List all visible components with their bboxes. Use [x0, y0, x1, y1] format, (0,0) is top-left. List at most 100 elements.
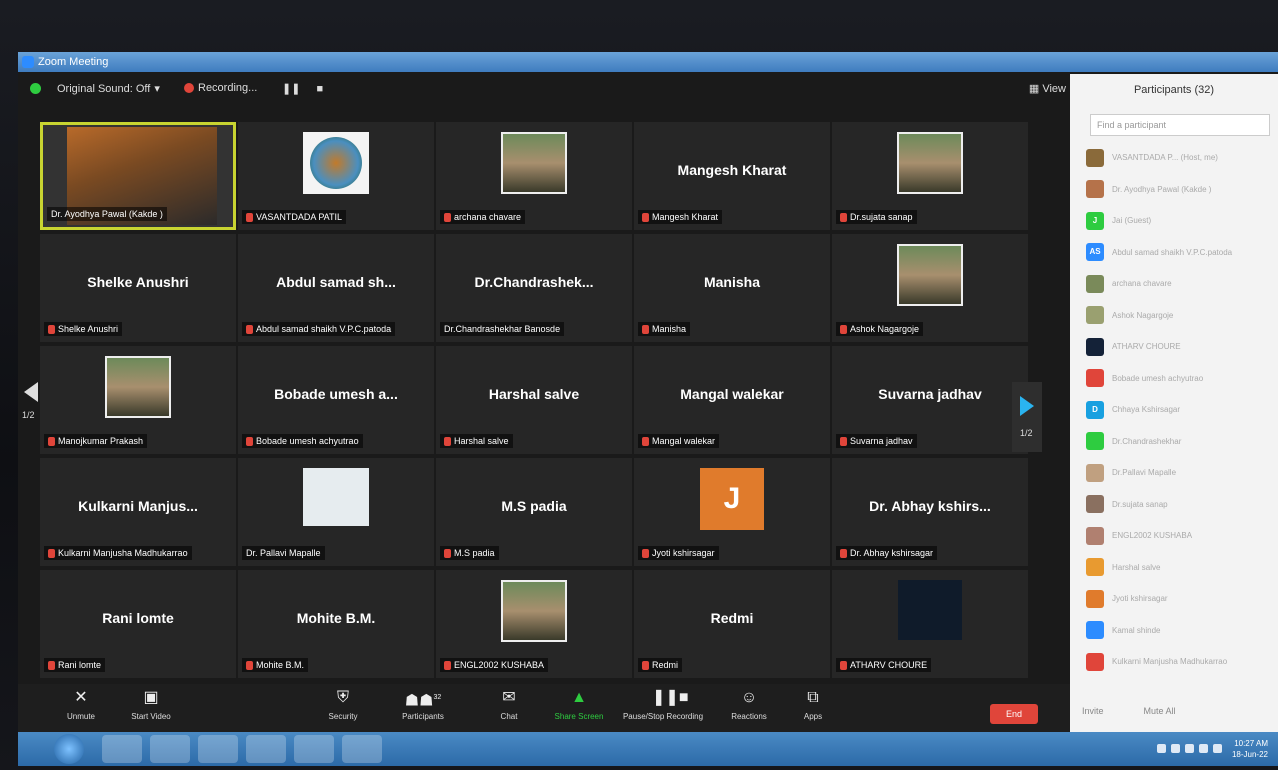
- participant-tile[interactable]: Harshal salve Harshal salve: [436, 346, 632, 454]
- grid-icon: ▦: [1028, 83, 1040, 95]
- view-button[interactable]: ▦ View: [1029, 82, 1066, 95]
- participant-tile[interactable]: Kulkarni Manjus... Kulkarni Manjusha Madh…: [40, 458, 236, 566]
- tray-icon[interactable]: [1171, 744, 1180, 753]
- end-button[interactable]: End: [990, 704, 1038, 724]
- participant-list-item[interactable]: Dr.Pallavi Mapalle: [1086, 457, 1276, 489]
- participant-list-name: Harshal salve: [1112, 562, 1161, 572]
- participant-name: Dr.sujata sanap: [850, 212, 913, 222]
- participant-tile[interactable]: Dr. Ayodhya Pawal (Kakde ): [40, 122, 236, 230]
- participant-tile[interactable]: Mohite B.M. Mohite B.M.: [238, 570, 434, 678]
- window-titlebar[interactable]: Zoom Meeting: [18, 52, 1278, 72]
- start-video-label: Start Video: [131, 712, 171, 721]
- participant-list-item[interactable]: archana chavare: [1086, 268, 1276, 300]
- participant-name-label: Mohite B.M.: [242, 658, 309, 672]
- participant-tile[interactable]: Mangal walekar Mangal walekar: [634, 346, 830, 454]
- participant-tile[interactable]: Dr. Abhay kshirs... Dr. Abhay kshirsagar: [832, 458, 1028, 566]
- participant-list-item[interactable]: Harshal salve: [1086, 552, 1276, 584]
- profile-picture: [897, 132, 963, 194]
- participant-tile[interactable]: Bobade umesh a... Bobade umesh achyutrao: [238, 346, 434, 454]
- participant-tile[interactable]: Manisha Manisha: [634, 234, 830, 342]
- participant-list-item[interactable]: AS Abdul samad shaikh V.P.C.patoda: [1086, 237, 1276, 269]
- share-screen-button[interactable]: ▲ Share Screen: [544, 688, 614, 721]
- participants-button[interactable]: ☗☗32 Participants: [388, 688, 458, 721]
- participant-list-name: Kamal shinde: [1112, 625, 1161, 635]
- participant-tile[interactable]: Ashok Nagargoje: [832, 234, 1028, 342]
- participant-list-item[interactable]: ATHARV CHOURE: [1086, 331, 1276, 363]
- participant-tile[interactable]: Abdul samad sh... Abdul samad shaikh V.P.…: [238, 234, 434, 342]
- participant-list-item[interactable]: Kamal shinde: [1086, 615, 1276, 647]
- participant-list-item[interactable]: Dr. Ayodhya Pawal (Kakde ): [1086, 174, 1276, 206]
- network-icon[interactable]: [1199, 744, 1208, 753]
- participant-list-item[interactable]: Jyoti kshirsagar: [1086, 583, 1276, 615]
- participant-tile[interactable]: Dr.Chandrashek... Dr.Chandrashekhar Banos…: [436, 234, 632, 342]
- mic-muted-icon: [642, 436, 649, 446]
- pause-icon[interactable]: ❚❚: [282, 82, 300, 95]
- participant-tile[interactable]: Rani lomte Rani lomte: [40, 570, 236, 678]
- participant-display-name: Shelke Anushri: [87, 274, 189, 290]
- shield-icon: ⛨: [336, 689, 349, 706]
- participant-list-name: Dr.Pallavi Mapalle: [1112, 468, 1177, 478]
- participant-list-item[interactable]: J Jai (Guest): [1086, 205, 1276, 237]
- participant-name: Manisha: [652, 324, 687, 334]
- participant-tile[interactable]: M.S padia M.S padia: [436, 458, 632, 566]
- participant-list-item[interactable]: Dr.sujata sanap: [1086, 489, 1276, 521]
- zoom-taskbar-icon[interactable]: [294, 735, 334, 763]
- chat-button[interactable]: ✉ Chat: [474, 688, 544, 721]
- media-player-icon[interactable]: [198, 735, 238, 763]
- zoom-app-icon: [22, 56, 34, 68]
- taskbar-clock[interactable]: 10:27 AM 18-Jun-22: [1232, 738, 1268, 760]
- participant-list-item[interactable]: D Chhaya Kshirsagar: [1086, 394, 1276, 426]
- arrow-right-icon: [1020, 396, 1034, 416]
- taskbar-app-icon[interactable]: [342, 735, 382, 763]
- explorer-icon[interactable]: [150, 735, 190, 763]
- participant-list-item[interactable]: Bobade umesh achyutrao: [1086, 363, 1276, 395]
- participant-tile[interactable]: Mangesh Kharat Mangesh Kharat: [634, 122, 830, 230]
- participant-list-item[interactable]: ENGL2002 KUSHABA: [1086, 520, 1276, 552]
- tray-icon[interactable]: [1157, 744, 1166, 753]
- apps-button[interactable]: ⧉ Apps: [778, 688, 848, 721]
- participant-tile[interactable]: ENGL2002 KUSHABA: [436, 570, 632, 678]
- stop-icon[interactable]: ■: [316, 83, 323, 95]
- participant-tile[interactable]: archana chavare: [436, 122, 632, 230]
- unmute-button[interactable]: ✕ Unmute: [46, 688, 116, 721]
- participant-list-item[interactable]: Dr.Chandrashekhar: [1086, 426, 1276, 458]
- participant-tile[interactable]: J Jyoti kshirsagar: [634, 458, 830, 566]
- invite-button[interactable]: Invite: [1082, 706, 1104, 728]
- original-sound-toggle[interactable]: Original Sound: Off ▾: [30, 82, 160, 95]
- participant-list-item[interactable]: VASANTDADA P... (Host, me): [1086, 142, 1276, 174]
- participant-list-name: Ashok Nagargoje: [1112, 310, 1174, 320]
- participant-name: Kulkarni Manjusha Madhukarrao: [58, 548, 188, 558]
- security-button[interactable]: ⛨ Security: [308, 688, 378, 721]
- participant-tile[interactable]: Manojkumar Prakash: [40, 346, 236, 454]
- avatar: [1086, 589, 1104, 608]
- chrome-icon[interactable]: [246, 735, 286, 763]
- participant-name-label: Manojkumar Prakash: [44, 434, 148, 448]
- participant-tile[interactable]: Redmi Redmi: [634, 570, 830, 678]
- participant-tile[interactable]: VASANTDADA PATIL: [238, 122, 434, 230]
- participant-search-input[interactable]: Find a participant: [1090, 114, 1270, 136]
- recording-indicator: Recording...: [184, 82, 257, 94]
- tray-icon[interactable]: [1185, 744, 1194, 753]
- start-video-button[interactable]: ▣ Start Video: [116, 688, 186, 721]
- smiley-icon: ☺: [740, 689, 758, 706]
- initial-avatar: J: [700, 468, 764, 530]
- participant-tile[interactable]: Dr. Pallavi Mapalle: [238, 458, 434, 566]
- participant-tile[interactable]: Dr.sujata sanap: [832, 122, 1028, 230]
- next-page-button[interactable]: 1/2: [1012, 382, 1042, 452]
- avatar: [1086, 652, 1104, 671]
- participant-list-item[interactable]: Ashok Nagargoje: [1086, 300, 1276, 332]
- prev-page-button[interactable]: 1/2: [22, 382, 42, 442]
- mic-muted-icon: [246, 324, 253, 334]
- volume-icon[interactable]: [1213, 744, 1222, 753]
- start-button[interactable]: [54, 734, 84, 764]
- pause-recording-button[interactable]: ❚❚■ Pause/Stop Recording: [618, 688, 708, 721]
- participant-display-name: Manisha: [703, 274, 760, 290]
- mute-all-button[interactable]: Mute All: [1144, 706, 1176, 728]
- participant-tile[interactable]: Shelke Anushri Shelke Anushri: [40, 234, 236, 342]
- participant-list-item[interactable]: Kulkarni Manjusha Madhukarrao: [1086, 646, 1276, 678]
- participant-display-name: Abdul samad sh...: [276, 274, 396, 290]
- participant-tile[interactable]: ATHARV CHOURE: [832, 570, 1028, 678]
- participant-tile[interactable]: Suvarna jadhav Suvarna jadhav: [832, 346, 1028, 454]
- reactions-button[interactable]: ☺ Reactions: [714, 688, 784, 721]
- ie-icon[interactable]: [102, 735, 142, 763]
